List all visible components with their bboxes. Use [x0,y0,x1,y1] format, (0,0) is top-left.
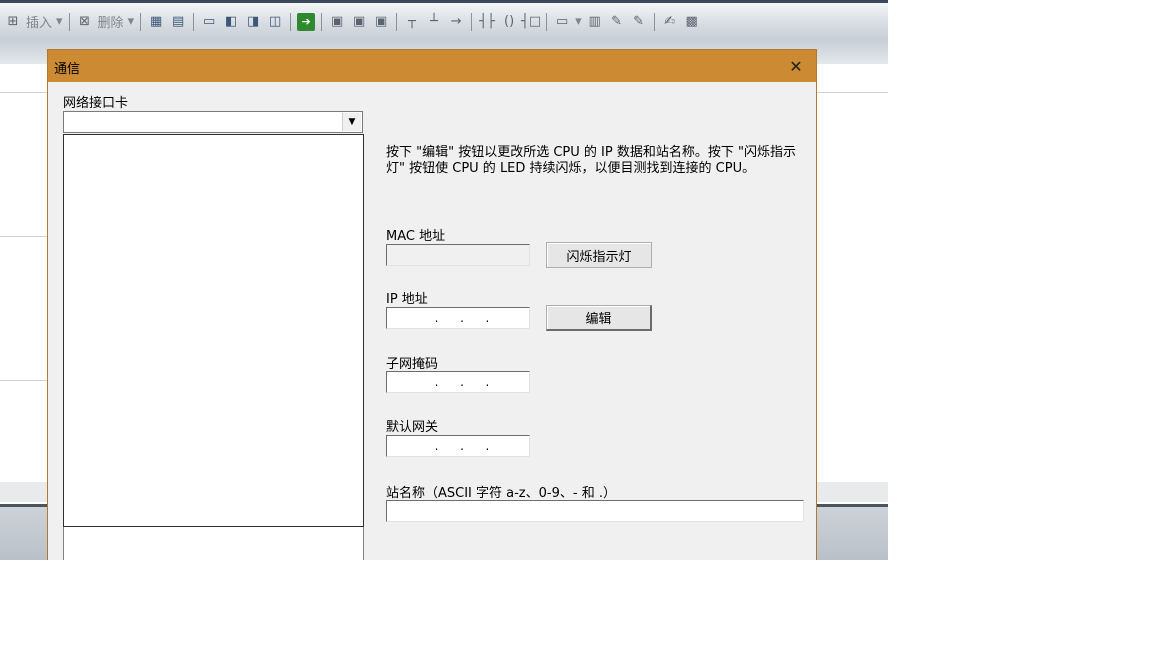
symbol-edit-icon[interactable]: ✎ [630,13,648,31]
device-details-list[interactable] [63,527,364,560]
lock-icon[interactable]: ▣ [328,13,346,31]
station-name-input[interactable] [386,500,804,522]
network-view-icon[interactable]: ▤ [169,13,187,31]
main-toolbar: ⊞ 插入 ▾ ⊠ 删除 ▾ ▦ ▤ ▭ ◧ ◨ ◫ ➔ ▣ ▣ ▣ ┬ ┴ → … [0,0,888,40]
instructions-text: 按下 "编辑" 按钮以更改所选 CPU 的 IP 数据和站名称。按下 "闪烁指示… [386,145,796,176]
box-icon[interactable]: ┤□ [521,13,541,31]
network-insert-icon[interactable]: ⊞ [4,13,22,31]
comment-dropdown-icon[interactable]: ▾ [575,14,582,29]
network-interface-label: 网络接口卡 [63,96,129,111]
subnet-mask-label: 子网掩码 [386,357,439,372]
protect-icon[interactable]: ▩ [683,13,701,31]
toolbar-separator [653,12,655,31]
default-gateway-label: 默认网关 [386,420,439,435]
close-icon[interactable]: ✕ [776,50,816,82]
edit-icon[interactable]: ✎ [608,13,626,31]
toolbar-separator [68,12,70,31]
default-gateway-input[interactable]: ... [386,435,530,457]
default-gateway-placeholder: ... [434,439,490,453]
lock-all-icon[interactable]: ▣ [372,13,390,31]
toolbar-separator [290,12,292,31]
toolbar-separator [396,12,398,31]
background-line [0,236,48,237]
communications-dialog: 通信 ✕ 网络接口卡 ▼ 按下 "编辑" 按钮以更改所选 CPU 的 IP 数据… [47,49,817,560]
mac-address-field [386,244,530,266]
properties-icon[interactable]: ✍ [661,13,679,31]
toolbar-separator [321,12,323,31]
dialog-title: 通信 [54,62,81,77]
dropdown-arrow-icon[interactable]: ▼ [342,113,361,131]
branch-icon[interactable]: ▭ [200,13,218,31]
download-icon[interactable]: ➔ [297,12,316,31]
edit-button[interactable]: 编辑 [546,305,652,331]
branch-right-icon[interactable]: ◨ [244,13,262,31]
network-comment-icon[interactable]: ▭ [553,13,571,31]
subnet-mask-input[interactable]: ... [386,371,530,393]
network-delete-icon[interactable]: ⊠ [76,13,94,31]
insert-dropdown-icon[interactable]: ▾ [56,14,63,29]
dialog-title-bar[interactable]: 通信 ✕ [48,50,816,82]
flash-led-button[interactable]: 闪烁指示灯 [546,242,652,268]
contact-icon[interactable]: ┤├ [478,13,496,31]
symbol-table-icon[interactable]: ▥ [586,13,604,31]
background-line [816,92,888,93]
unlock-icon[interactable]: ▣ [350,13,368,31]
toolbar-separator [140,12,142,31]
coil-icon[interactable]: () [500,13,518,31]
go-to-network-icon[interactable]: ▦ [147,13,165,31]
insert-menu[interactable]: 插入 [26,12,52,31]
network-interface-select[interactable]: ▼ [63,111,363,133]
mac-address-label-text: MAC 地址 [386,229,446,244]
station-name-label: 站名称（ASCII 字符 a-z、0-9、- 和 .） [386,486,616,501]
branch-left-icon[interactable]: ◧ [222,13,240,31]
ip-address-placeholder: ... [434,311,490,325]
delete-dropdown-icon[interactable]: ▾ [128,14,135,29]
background-line [0,380,48,381]
mac-address-label: MAC 地址 [386,225,445,244]
toolbar-separator [546,12,548,31]
background-line [0,92,48,93]
toolbar-separator [193,12,195,31]
line-right-icon[interactable]: → [447,13,465,31]
branch-down-icon[interactable]: ┬ [403,13,421,31]
toolbar-separator [471,12,473,31]
delete-menu[interactable]: 删除 [98,12,124,31]
subnet-mask-placeholder: ... [434,375,490,389]
delete-branch-icon[interactable]: ◫ [266,13,284,31]
ip-address-input[interactable]: ... [386,307,530,329]
device-list[interactable] [63,134,364,527]
ip-address-label: IP 地址 [386,292,428,307]
application-window: ⊞ 插入 ▾ ⊠ 删除 ▾ ▦ ▤ ▭ ◧ ◨ ◫ ➔ ▣ ▣ ▣ ┬ ┴ → … [0,0,888,560]
branch-up-icon[interactable]: ┴ [425,13,443,31]
